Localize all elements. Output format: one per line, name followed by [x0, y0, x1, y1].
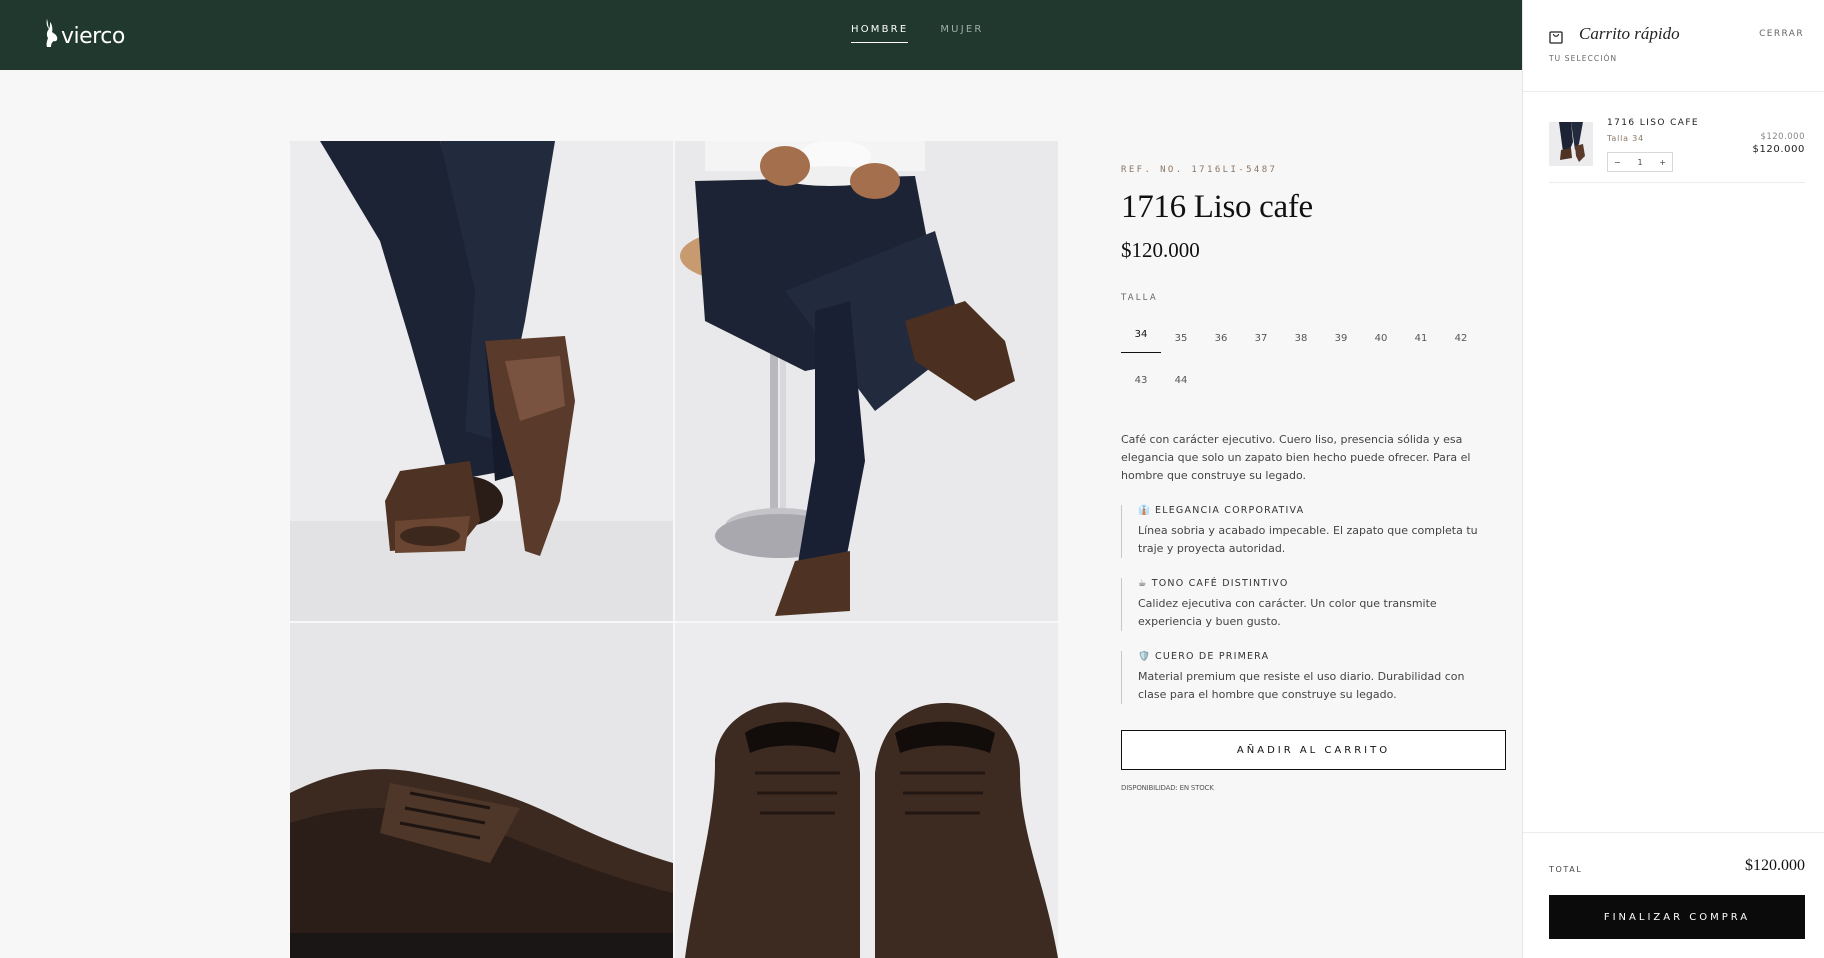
- cart-item-name: 1716 LISO CAFE: [1607, 118, 1699, 128]
- availability: DISPONIBILIDAD: EN STOCK: [1121, 784, 1214, 792]
- size-selector: 34 35 36 37 38 39 40 41 42 43 44: [1121, 317, 1481, 401]
- size-option-39[interactable]: 39: [1321, 317, 1361, 359]
- size-option-41[interactable]: 41: [1401, 317, 1441, 359]
- quantity-stepper: − 1 +: [1607, 152, 1673, 172]
- nav-mujer[interactable]: MUJER: [940, 24, 983, 43]
- product-image-3[interactable]: [290, 623, 673, 958]
- product-image-4[interactable]: [675, 623, 1058, 958]
- rabbit-logo-icon: [46, 19, 58, 47]
- shield-icon: 🛡️: [1138, 651, 1152, 662]
- feature-text: Línea sobria y acabado impecable. El zap…: [1138, 524, 1478, 555]
- product-image-1[interactable]: [290, 141, 673, 621]
- size-option-38[interactable]: 38: [1281, 317, 1321, 359]
- product-gallery: [290, 141, 1058, 958]
- feature-elegancia: 👔 ELEGANCIA CORPORATIVA Línea sobria y a…: [1121, 505, 1491, 558]
- size-label: TALLA: [1121, 293, 1158, 303]
- size-option-43[interactable]: 43: [1121, 359, 1161, 401]
- size-option-35[interactable]: 35: [1161, 317, 1201, 359]
- cart-title: Carrito rápido: [1579, 24, 1680, 43]
- cart-footer: TOTAL $120.000 FINALIZAR COMPRA: [1523, 832, 1824, 958]
- feature-title: TONO CAFÉ DISTINTIVO: [1151, 578, 1289, 589]
- feature-tono: ☕ TONO CAFÉ DISTINTIVO Calidez ejecutiva…: [1121, 578, 1491, 631]
- cart-item-size: Talla 34: [1607, 134, 1644, 143]
- quantity-value: 1: [1637, 157, 1643, 167]
- cart-header: Carrito rápido TU SELECCIÓN CERRAR: [1523, 0, 1824, 92]
- quick-cart-panel: Carrito rápido TU SELECCIÓN CERRAR 1716 …: [1522, 0, 1824, 958]
- total-label: TOTAL: [1549, 865, 1583, 874]
- logo[interactable]: vierco: [42, 18, 125, 50]
- cart-item-thumbnail: [1549, 122, 1593, 166]
- feature-text: Calidez ejecutiva con carácter. Un color…: [1138, 597, 1437, 628]
- feature-text: Material premium que resiste el uso diar…: [1138, 670, 1465, 701]
- size-option-42[interactable]: 42: [1441, 317, 1481, 359]
- increase-quantity-button[interactable]: +: [1659, 158, 1666, 167]
- feature-cuero: 🛡️ CUERO DE PRIMERA Material premium que…: [1121, 651, 1491, 704]
- checkout-button[interactable]: FINALIZAR COMPRA: [1549, 895, 1805, 939]
- feature-title: CUERO DE PRIMERA: [1155, 651, 1270, 662]
- feature-title: ELEGANCIA CORPORATIVA: [1155, 505, 1305, 516]
- cart-subtitle: TU SELECCIÓN: [1549, 54, 1618, 63]
- size-option-40[interactable]: 40: [1361, 317, 1401, 359]
- cart-item-unit-price: $120.000: [1760, 132, 1805, 142]
- coffee-icon: ☕: [1138, 578, 1148, 589]
- product-description: Café con carácter ejecutivo. Cuero liso,…: [1121, 433, 1471, 482]
- necktie-icon: 👔: [1138, 505, 1152, 516]
- product-image-2[interactable]: [675, 141, 1058, 621]
- main-nav: HOMBRE MUJER: [851, 24, 984, 43]
- logo-text: vierco: [61, 24, 125, 49]
- size-option-34[interactable]: 34: [1121, 317, 1161, 353]
- size-option-44[interactable]: 44: [1161, 359, 1201, 401]
- add-to-cart-button[interactable]: AÑADIR AL CARRITO: [1121, 730, 1506, 770]
- size-option-37[interactable]: 37: [1241, 317, 1281, 359]
- decrease-quantity-button[interactable]: −: [1614, 158, 1621, 167]
- shopping-bag-icon: [1549, 31, 1563, 44]
- nav-hombre[interactable]: HOMBRE: [851, 24, 909, 43]
- size-option-36[interactable]: 36: [1201, 317, 1241, 359]
- total-value: $120.000: [1745, 857, 1805, 874]
- product-price: $120.000: [1121, 238, 1200, 262]
- cart-item-line-price: $120.000: [1752, 144, 1805, 155]
- product-ref: REF. NO. 1716LI-5487: [1121, 165, 1278, 175]
- product-title: 1716 Liso cafe: [1121, 189, 1313, 225]
- close-cart-button[interactable]: CERRAR: [1759, 29, 1804, 39]
- cart-item: 1716 LISO CAFE Talla 34 − 1 + $120.000 $…: [1549, 118, 1805, 183]
- site-header: vierco HOMBRE MUJER: [0, 0, 1522, 70]
- product-info: REF. NO. 1716LI-5487 1716 Liso cafe $120…: [1121, 165, 1506, 792]
